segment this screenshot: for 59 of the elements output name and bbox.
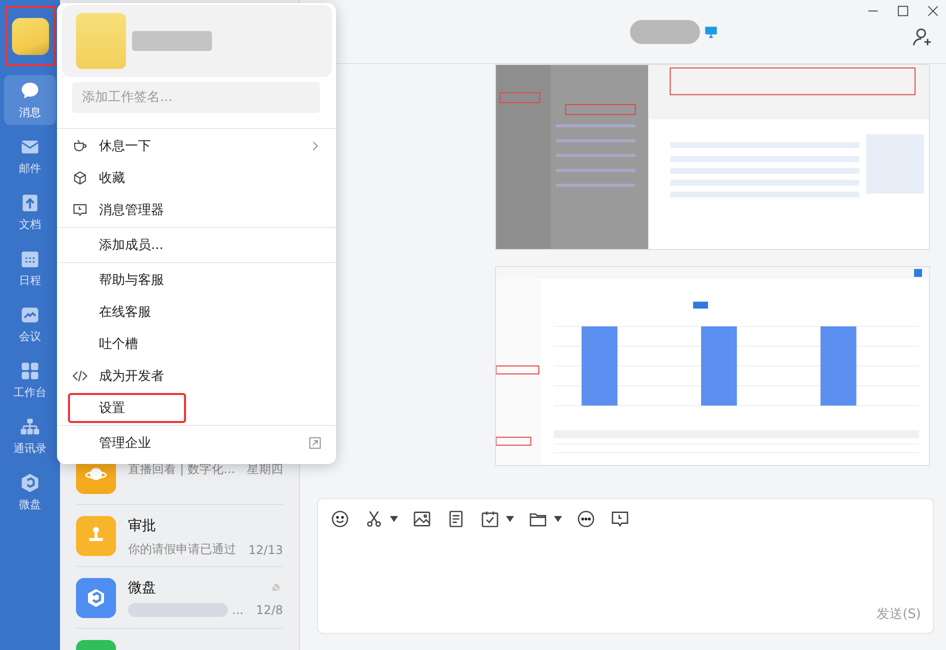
caret-icon[interactable] [506,516,514,522]
menu-item[interactable]: 消息管理器 [57,194,336,226]
calendar-check-icon[interactable] [480,509,500,529]
menu-item-label: 收藏 [99,170,125,187]
code-icon [72,368,88,384]
sidebar-nav-item[interactable]: 工作台 [4,355,56,405]
close-icon[interactable] [926,4,940,18]
menu-item-label: 成为开发者 [99,368,164,385]
grid-icon [19,360,41,382]
menu-item-label: 吐个槽 [99,336,138,353]
screenshot-image[interactable] [495,64,930,250]
cup-icon [72,138,88,154]
menu-item[interactable]: 吐个槽 [57,328,336,360]
sidebar-nav-item[interactable]: 会议 [4,299,56,349]
sidebar-nav-item[interactable]: 邮件 [4,131,56,181]
menu-item[interactable]: 成为开发者 [57,360,336,392]
sidebar-nav-item[interactable]: 通讯录 [4,411,56,461]
clock-message-icon [72,202,88,218]
menu-item-label: 添加成员... [99,237,164,254]
sidebar-nav-item[interactable]: 文档 [4,187,56,237]
menu-item-label: 休息一下 [99,138,151,155]
chat-time: 12/13 [248,542,283,556]
maximize-icon[interactable] [896,4,910,18]
menu-item-label: 在线客服 [99,304,151,321]
chat-time: 12/8 [256,603,283,617]
menu-item[interactable]: 休息一下 [57,130,336,162]
caret-icon[interactable] [390,516,398,522]
cube-icon [72,170,88,186]
message-preview: ... [232,603,244,617]
menu-item[interactable]: 在线客服 [57,296,336,328]
sidebar-nav-item[interactable]: 消息 [4,75,56,125]
menu-item[interactable]: 管理企业 [57,427,336,459]
message-preview: 你的请假申请已通过 [128,541,236,558]
sidebar-nav-item[interactable]: 日程 [4,243,56,293]
cube-icon [19,472,41,494]
signature-field[interactable]: 添加工作签名... [72,82,320,113]
menu-item[interactable]: 收藏 [57,162,336,194]
scissors-icon[interactable] [364,509,384,529]
menu-item-label: 帮助与客服 [99,272,164,289]
chat-list-item[interactable]: 审批 你的请假申请已通过 12/13 [76,505,283,567]
add-contact-icon[interactable] [912,26,934,48]
chat-title: 审批 [128,517,156,535]
caret-icon[interactable] [554,516,562,522]
avatar-photo-placeholder [76,13,126,69]
menu-item[interactable]: 添加成员... [57,229,336,261]
chat-list-item[interactable]: 微盘 ... 12/8 [76,567,283,629]
more-icon[interactable] [576,509,596,529]
screenshot-image[interactable] [495,266,930,466]
redacted-name [630,20,700,44]
menu-item-label: 消息管理器 [99,202,164,219]
avatar-photo-placeholder[interactable] [12,18,48,54]
menu-item[interactable]: 帮助与客服 [57,264,336,296]
chat-title: 微盘 [128,579,156,597]
clock-message-icon[interactable] [610,509,630,529]
smiley-icon[interactable] [330,509,350,529]
menu-item-label: 设置 [99,400,125,417]
sidebar-nav-item[interactable]: 微盘 [4,467,56,517]
menu-item[interactable]: 设置 [57,392,336,424]
image-icon[interactable] [412,509,432,529]
